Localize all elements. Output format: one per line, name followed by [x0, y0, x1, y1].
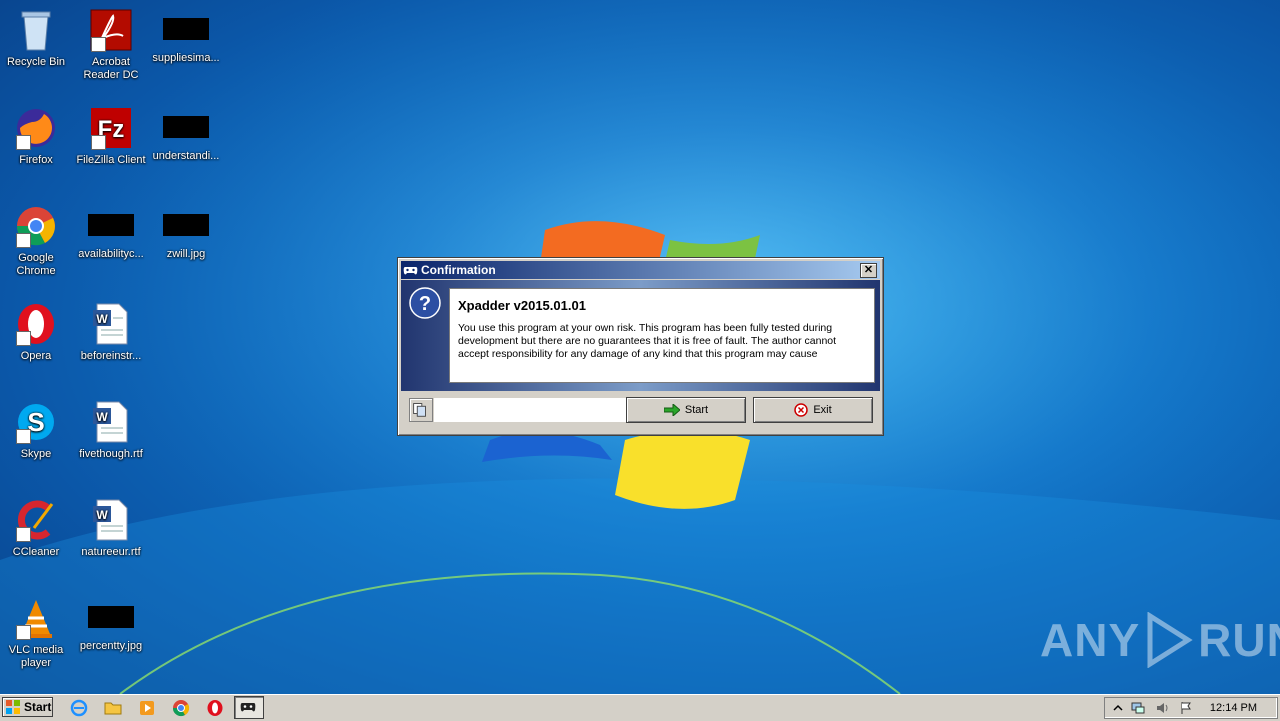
desktop-icon-recycle-bin[interactable]: Recycle Bin: [0, 8, 72, 69]
taskbar-chrome[interactable]: [172, 699, 190, 717]
close-button[interactable]: ✕: [860, 263, 877, 278]
desktop-icon-opera[interactable]: Opera: [0, 302, 72, 363]
desktop-icon-acrobat[interactable]: Acrobat Reader DC: [75, 8, 147, 82]
start-button[interactable]: Start: [626, 397, 746, 423]
desktop-icon-ccleaner[interactable]: CCleaner: [0, 498, 72, 559]
redacted-thumbnail: [163, 18, 209, 40]
gamepad-icon: [240, 703, 256, 712]
redacted-thumbnail: [163, 116, 209, 138]
status-field: [434, 398, 626, 422]
desktop-icon-chrome[interactable]: Google Chrome: [0, 204, 72, 278]
opera-icon: [207, 700, 223, 716]
confirmation-dialog: Confirmation ✕ ? Xpadder v2015.01.01 You…: [397, 257, 884, 436]
desktop-icon-file[interactable]: suppliesima...: [150, 8, 222, 65]
redacted-thumbnail: [88, 606, 134, 628]
desktop-icon-firefox[interactable]: Firefox: [0, 106, 72, 167]
desktop-icon-file[interactable]: percentty.jpg: [75, 596, 147, 653]
taskbar-media-player[interactable]: [138, 699, 156, 717]
start-menu-button[interactable]: Start: [2, 697, 53, 717]
desktop-icon-document[interactable]: W natureeur.rtf: [75, 498, 147, 559]
exit-button[interactable]: Exit: [753, 397, 873, 423]
word-document-icon: W: [93, 401, 128, 443]
system-tray: 12:14 PM: [1104, 697, 1278, 719]
dialog-titlebar[interactable]: Confirmation ✕: [401, 261, 880, 279]
shortcut-arrow-icon: [16, 527, 31, 542]
network-icon[interactable]: [1131, 701, 1145, 715]
message-text: You use this program at your own risk. T…: [458, 322, 837, 360]
copy-icon: [413, 403, 426, 417]
desktop-icon-file[interactable]: zwill.jpg: [150, 204, 222, 261]
exit-icon: [794, 403, 809, 417]
dialog-body: ? Xpadder v2015.01.01 You use this progr…: [401, 280, 880, 391]
svg-text:?: ?: [419, 293, 431, 315]
copy-button[interactable]: [409, 398, 433, 422]
redacted-thumbnail: [163, 214, 209, 236]
windows-logo-icon: [6, 700, 20, 714]
tray-expand-icon[interactable]: [1111, 701, 1125, 715]
message-panel: Xpadder v2015.01.01 You use this program…: [449, 288, 875, 383]
svg-text:W: W: [96, 508, 108, 522]
shortcut-arrow-icon: [91, 37, 106, 52]
green-arrow-icon: [663, 404, 680, 416]
shortcut-arrow-icon: [16, 135, 31, 150]
word-document-icon: W: [93, 499, 128, 541]
action-center-flag-icon[interactable]: [1179, 701, 1193, 715]
gamepad-icon: [403, 267, 418, 275]
taskbar-ie[interactable]: [70, 699, 88, 717]
folder-icon: [104, 702, 122, 715]
chrome-icon: [172, 700, 190, 717]
desktop-icon-document[interactable]: W beforeinstr...: [75, 302, 147, 363]
desktop-icon-filezilla[interactable]: Fz FileZilla Client: [75, 106, 147, 167]
shortcut-arrow-icon: [91, 135, 106, 150]
desktop-icon-vlc[interactable]: VLC media player: [0, 596, 72, 670]
word-document-icon: W: [93, 303, 128, 345]
shortcut-arrow-icon: [16, 233, 31, 248]
taskbar-xpadder-active[interactable]: [234, 696, 264, 719]
taskbar-explorer[interactable]: [104, 699, 122, 717]
internet-explorer-icon: [70, 699, 88, 717]
dialog-footer: Start Exit: [401, 395, 880, 429]
shortcut-arrow-icon: [16, 625, 31, 640]
clock[interactable]: 12:14 PM: [1210, 702, 1257, 714]
message-heading: Xpadder v2015.01.01: [458, 298, 586, 313]
volume-icon[interactable]: [1155, 701, 1169, 715]
desktop-icon-document[interactable]: W fivethough.rtf: [75, 400, 147, 461]
dialog-title: Confirmation: [421, 263, 496, 277]
desktop-icon-file[interactable]: understandi...: [150, 106, 222, 163]
taskbar-opera[interactable]: [206, 699, 224, 717]
redacted-thumbnail: [88, 214, 134, 236]
taskbar: Start 12:14 PM: [0, 694, 1280, 721]
desktop-icon-file[interactable]: availabilityc...: [75, 204, 147, 261]
svg-text:W: W: [96, 410, 108, 424]
shortcut-arrow-icon: [16, 429, 31, 444]
recycle-bin-icon: [21, 11, 51, 51]
play-logo-icon: [1147, 612, 1193, 668]
media-player-icon: [140, 701, 154, 715]
anyrun-watermark: ANY RUN: [1040, 612, 1280, 668]
shortcut-arrow-icon: [16, 331, 31, 346]
question-icon: ?: [409, 287, 441, 319]
svg-text:W: W: [96, 312, 108, 326]
desktop-icon-skype[interactable]: S Skype: [0, 400, 72, 461]
